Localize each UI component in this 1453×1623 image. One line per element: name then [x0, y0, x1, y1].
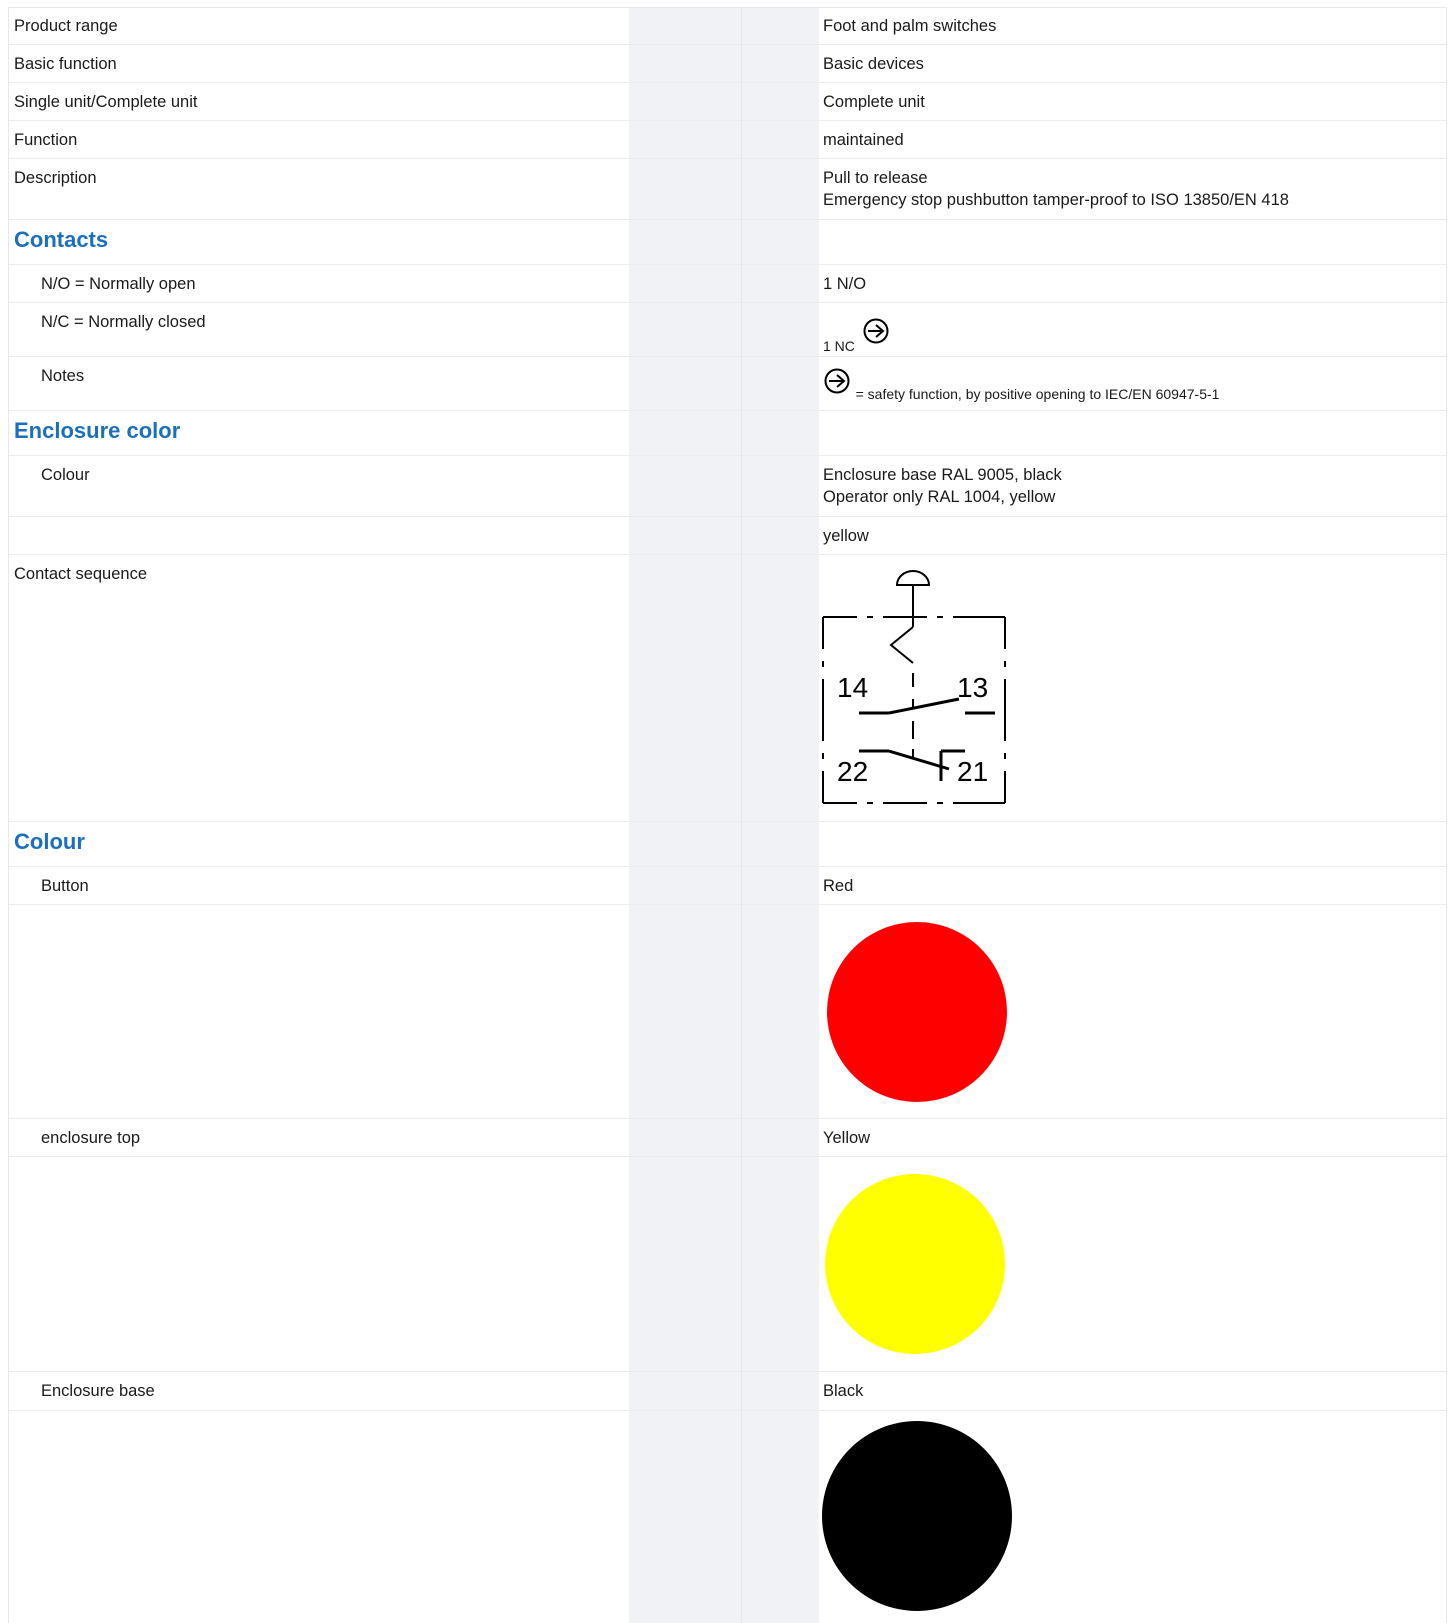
row-label: Colour [41, 466, 90, 484]
red-color-swatch [827, 922, 1007, 1102]
terminal-21: 21 [957, 756, 988, 787]
row-enclosure-top-swatch [9, 1157, 1446, 1372]
spec-sheet: Product range Foot and palm switches Bas… [8, 7, 1447, 1623]
row-description: Description Pull to release Emergency st… [9, 159, 1446, 220]
row-label: Notes [41, 367, 85, 385]
row-label: Button [41, 877, 89, 895]
row-button-colour: Button Red [9, 867, 1446, 905]
section-colour: Colour [9, 822, 1446, 867]
row-value: 1 NC [823, 313, 1436, 354]
row-value: Red [823, 877, 854, 895]
row-label: Single unit/Complete unit [14, 93, 198, 111]
row-contact-sequence: Contact sequence 14 13 22 21 [9, 555, 1446, 822]
value-line: Emergency stop pushbutton tamper-proof t… [823, 191, 1289, 209]
row-value: Black [823, 1382, 864, 1400]
section-heading: Colour [14, 829, 85, 854]
row-label: Enclosure base [41, 1382, 155, 1400]
row-button-swatch [9, 905, 1446, 1119]
terminal-14: 14 [837, 672, 868, 703]
yellow-color-swatch [825, 1174, 1005, 1354]
row-label: Product range [14, 17, 118, 35]
row-label: N/C = Normally closed [41, 313, 206, 331]
section-contacts: Contacts [9, 220, 1446, 265]
row-function: Function maintained [9, 121, 1446, 159]
row-label: Basic function [14, 55, 117, 73]
row-value: 1 N/O [823, 275, 867, 293]
row-value: Complete unit [823, 93, 925, 111]
row-value: maintained [823, 131, 904, 149]
row-value: Foot and palm switches [823, 17, 997, 35]
row-enclosure-base-colour: Enclosure base Black [9, 1372, 1446, 1411]
positive-opening-icon [824, 368, 850, 394]
section-heading: Contacts [14, 227, 109, 252]
positive-opening-icon [863, 318, 888, 344]
row-normally-open: N/O = Normally open 1 N/O [9, 265, 1446, 303]
row-value: Enclosure base RAL 9005, black Operator … [823, 464, 1436, 508]
row-basic-function: Basic function Basic devices [9, 45, 1446, 83]
row-value: Pull to release Emergency stop pushbutto… [823, 167, 1436, 211]
row-value: yellow [823, 527, 869, 545]
row-value: Yellow [823, 1129, 871, 1147]
black-color-swatch [822, 1421, 1012, 1611]
row-enclosure-color-extra: yellow [9, 517, 1446, 555]
row-label: N/O = Normally open [41, 275, 196, 293]
section-heading: Enclosure color [14, 418, 181, 443]
row-normally-closed: N/C = Normally closed 1 NC [9, 303, 1446, 357]
row-notes: Notes = safety function, by positive ope… [9, 357, 1446, 411]
row-label: Function [14, 131, 78, 149]
value-line: Operator only RAL 1004, yellow [823, 488, 1056, 506]
contact-sequence-diagram: 14 13 22 21 [822, 570, 1006, 804]
row-value: = safety function, by positive opening t… [823, 365, 1436, 402]
row-label: enclosure top [41, 1129, 141, 1147]
row-product-range: Product range Foot and palm switches [9, 8, 1446, 45]
row-enclosure-top-colour: enclosure top Yellow [9, 1119, 1446, 1157]
notes-value: = safety function, by positive opening t… [855, 386, 1220, 402]
row-value: Basic devices [823, 55, 924, 73]
value-line: Pull to release [823, 169, 928, 187]
section-enclosure-color: Enclosure color [9, 411, 1446, 456]
row-label: Contact sequence [14, 565, 148, 583]
row-single-complete-unit: Single unit/Complete unit Complete unit [9, 83, 1446, 121]
value-line: Enclosure base RAL 9005, black [823, 466, 1062, 484]
terminal-22: 22 [837, 756, 868, 787]
terminal-13: 13 [957, 672, 988, 703]
row-enclosure-colour: Colour Enclosure base RAL 9005, black Op… [9, 456, 1446, 517]
nc-value: 1 NC [823, 338, 855, 354]
row-enclosure-base-swatch [9, 1411, 1446, 1623]
row-label: Description [14, 169, 97, 187]
